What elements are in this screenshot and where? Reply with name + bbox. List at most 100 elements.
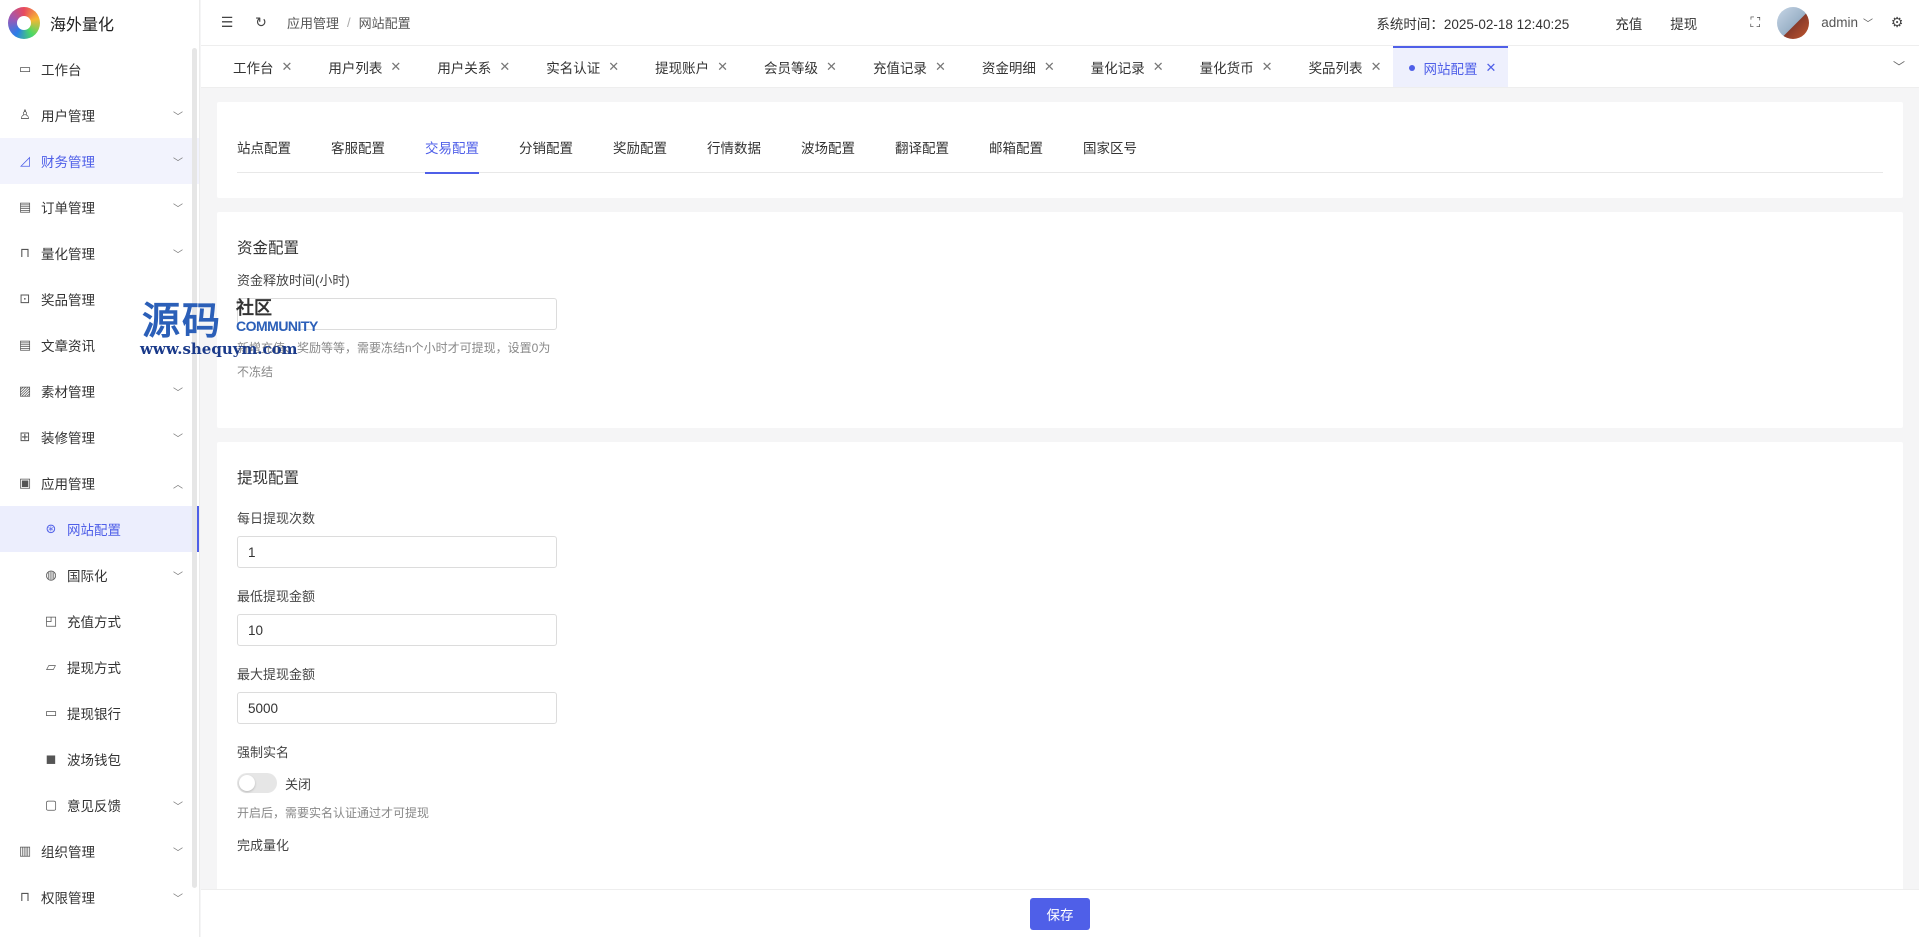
daily-withdraw-count-input[interactable] [237,536,557,568]
config-subtab[interactable]: 翻译配置 [895,139,949,173]
image-icon: ▨ [18,383,32,398]
config-subtab[interactable]: 国家区号 [1083,139,1137,173]
page-tab-label: 用户关系 [437,60,492,76]
top-header: ☰ ↻ 应用管理 / 网站配置 系统时间：2025-02-18 12:40:25… [201,0,1919,46]
chevron-down-icon: ﹀ [173,571,183,583]
page-tab[interactable]: 会员等级 ✕ [740,46,849,87]
close-icon[interactable]: ✕ [1371,59,1382,75]
withdraw-config-card: 提现配置 每日提现次数 最低提现金额 最大提现金额 强制实名 关闭 开启后，需要… [217,442,1903,937]
sidebar-item-org[interactable]: ▥ 组织管理 ﹀ [0,828,199,874]
page-tabs: 工作台 ✕ 用户列表 ✕ 用户关系 ✕ 实名认证 ✕ 提现账户 ✕ 会员等级 ✕ 充值记录 ✕ 资金明细 ✕ 量… [209,46,1509,87]
recharge-link[interactable]: 充值 [1615,13,1642,33]
page-tab-label: 网站配置 [1423,61,1478,77]
sidebar-item-quant[interactable]: ⊓ 量化管理 ﹀ [0,230,199,276]
close-icon[interactable]: ✕ [499,59,510,75]
article-icon: ▤ [18,337,32,352]
watermark: 源码 社区 COMMUNITY www.shequym.com [140,290,370,360]
close-icon[interactable]: ✕ [1044,59,1055,75]
sidebar-item-lock[interactable]: ⊓ 权限管理 ﹀ [0,874,199,920]
sidebar-item-web[interactable]: ⊛ 网站配置 [0,506,199,552]
sidebar-item-user[interactable]: ♙ 用户管理 ﹀ [0,92,199,138]
fullscreen-icon[interactable]: ⛶ [1747,14,1763,31]
close-icon[interactable]: ✕ [1485,60,1496,76]
fund-config-card: 资金配置 资金释放时间(小时) 新增充值、奖励等等，需要冻结n个小时才可提现，设… [217,212,1903,428]
chevron-down-icon: ︿ [173,479,183,491]
page-tab-label: 用户列表 [328,60,383,76]
brand[interactable]: 海外量化 [0,0,199,46]
close-icon[interactable]: ✕ [935,59,946,75]
max-withdraw-input[interactable] [237,692,557,724]
sidebar-item-chart[interactable]: ◿ 财务管理 ﹀ [0,138,199,184]
config-subtabs: 站点配置 客服配置 交易配置 分销配置 奖励配置 行情数据 波场配置 翻译配置 邮箱配置 国家区号 [237,139,1883,174]
chevron-down-icon: ﹀ [173,893,183,905]
sidebar-item-folder[interactable]: ▱ 提现方式 [0,644,199,690]
close-icon[interactable]: ✕ [282,59,293,75]
page-tab-label: 工作台 [233,60,274,76]
sidebar-item-globe[interactable]: ◍ 国际化 ﹀ [0,552,199,598]
page-tab[interactable]: 用户列表 ✕ [304,46,413,87]
sidebar-item-card[interactable]: ▭ 提现银行 [0,690,199,736]
config-subtab[interactable]: 交易配置 [425,139,479,174]
save-button[interactable]: 保存 [1030,897,1090,930]
chevron-down-icon: ﹀ [173,433,183,445]
sidebar-item-monitor[interactable]: ▭ 工作台 [0,46,199,92]
sidebar: 海外量化 ▭ 工作台 ♙ 用户管理 ﹀ ◿ 财务管理 ﹀ ▤ 订单管理 ﹀ ⊓ 量化管理 ﹀ ⊡ 奖品管理 ▤ 文… [0,0,200,937]
lock-icon: ⊓ [19,889,31,904]
page-tab[interactable]: 奖品列表 ✕ [1285,46,1394,87]
config-subtab[interactable]: 站点配置 [237,139,291,173]
close-icon[interactable]: ✕ [1153,59,1164,75]
menu-fold-icon[interactable]: ☰ [219,14,235,31]
page-tab[interactable]: 工作台 ✕ [209,46,304,87]
sidebar-item-feedback[interactable]: ▢ 意见反馈 ﹀ [0,782,199,828]
sidebar-item-decor[interactable]: ⊞ 装修管理 ﹀ [0,414,199,460]
config-subtab[interactable]: 波场配置 [801,139,855,173]
page-tab[interactable]: 用户关系 ✕ [413,46,522,87]
avatar[interactable] [1777,6,1810,39]
withdraw-config-title: 提现配置 [237,470,300,487]
close-icon[interactable]: ✕ [717,59,728,75]
brand-name: 海外量化 [50,17,115,34]
sidebar-menu: ▭ 工作台 ♙ 用户管理 ﹀ ◿ 财务管理 ﹀ ▤ 订单管理 ﹀ ⊓ 量化管理 ﹀ ⊡ 奖品管理 ▤ 文章资讯 ▨ 素… [0,46,199,920]
min-withdraw-label: 最低提现金额 [237,589,316,604]
breadcrumb-item-app[interactable]: 应用管理 [287,13,339,32]
page-tab-label: 量化记录 [1090,60,1145,76]
release-time-label: 资金释放时间(小时) [237,273,350,288]
user-dropdown[interactable]: admin ﹀ [1821,15,1873,30]
page-tab-label: 资金明细 [981,60,1036,76]
gift-icon: ⊡ [19,291,31,306]
config-subtab[interactable]: 邮箱配置 [989,139,1043,173]
refresh-icon[interactable]: ↻ [253,14,269,31]
close-icon[interactable]: ✕ [1262,59,1273,75]
config-subtab[interactable]: 行情数据 [707,139,761,173]
config-subtab[interactable]: 奖励配置 [613,139,667,173]
close-icon[interactable]: ✕ [608,59,619,75]
page-tab[interactable]: 量化货币 ✕ [1176,46,1285,87]
page-tab[interactable]: 网站配置 ✕ [1393,46,1509,87]
min-withdraw-input[interactable] [237,614,557,646]
user-icon: ♙ [19,107,31,122]
sidebar-scrollbar[interactable] [192,48,197,888]
close-icon[interactable]: ✕ [390,59,401,75]
sidebar-item-tron[interactable]: ◼ 波场钱包 [0,736,199,782]
sidebar-item-app[interactable]: ▣ 应用管理 ︿ [0,460,199,506]
config-subtab[interactable]: 客服配置 [331,139,385,173]
page-tab[interactable]: 充值记录 ✕ [849,46,958,87]
config-tabs-card: 站点配置 客服配置 交易配置 分销配置 奖励配置 行情数据 波场配置 翻译配置 邮箱配置 国家区号 [217,102,1903,198]
page-tab[interactable]: 资金明细 ✕ [958,46,1067,87]
sidebar-item-image[interactable]: ▨ 素材管理 ﹀ [0,368,199,414]
breadcrumb-separator: / [347,15,351,30]
page-tab[interactable]: 量化记录 ✕ [1067,46,1176,87]
config-subtab[interactable]: 分销配置 [519,139,573,173]
watermark-url: www.shequym.com [140,340,298,358]
tabs-more-chevron-icon[interactable]: ﹀ [1879,46,1919,87]
settings-gear-icon[interactable]: ⚙ [1889,14,1905,31]
sidebar-item-order[interactable]: ▤ 订单管理 ﹀ [0,184,199,230]
withdraw-link[interactable]: 提现 [1670,13,1697,33]
force-real-name-switch[interactable] [237,773,277,793]
close-icon[interactable]: ✕ [826,59,837,75]
sidebar-item-label: 工作台 [41,63,82,78]
page-tab-label: 实名认证 [546,60,601,76]
page-tab[interactable]: 实名认证 ✕ [522,46,631,87]
page-tab[interactable]: 提现账户 ✕ [631,46,740,87]
sidebar-item-wallet[interactable]: ◰ 充值方式 [0,598,199,644]
